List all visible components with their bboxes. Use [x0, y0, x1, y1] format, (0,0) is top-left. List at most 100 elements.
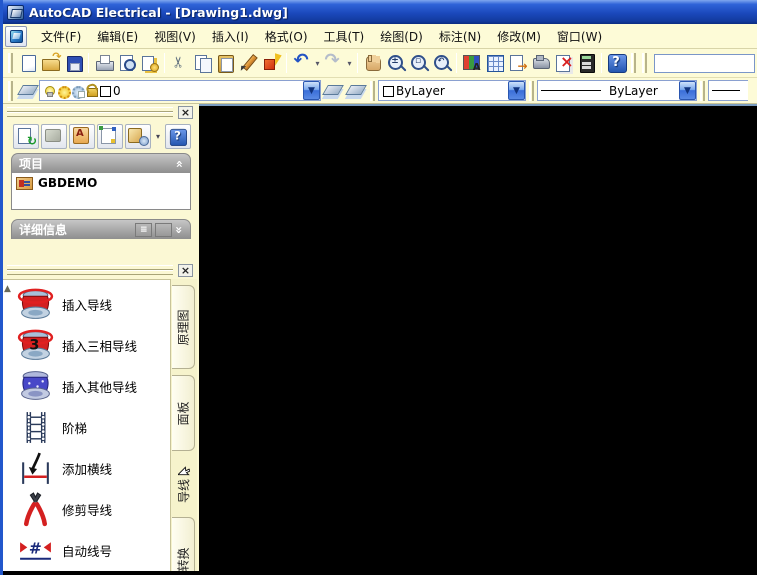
linetype-dropdown-button[interactable] — [679, 81, 696, 100]
redo-dropdown[interactable] — [345, 52, 354, 75]
tab-wires[interactable]: 导线 — [172, 457, 195, 511]
toolbar-grip[interactable] — [370, 80, 375, 101]
details-list-view-button[interactable]: ≡ — [135, 222, 153, 237]
cut-button[interactable] — [168, 52, 191, 75]
linetype-combobox[interactable]: ByLayer — [537, 80, 697, 101]
toolbar-grip[interactable] — [8, 80, 13, 101]
project-refresh-button[interactable] — [13, 124, 39, 149]
tool-trim-wire[interactable]: 修剪导线 — [5, 489, 170, 530]
tool-insert-wire[interactable]: 插入导线 — [5, 284, 170, 325]
plot-preview-button[interactable] — [115, 52, 138, 75]
tool-auto-wire-number[interactable]: # 自动线号 — [5, 530, 170, 571]
layer-thaw-icon[interactable] — [57, 84, 71, 99]
match-properties-button[interactable] — [237, 52, 260, 75]
copy-button[interactable] — [191, 52, 214, 75]
layer-combobox[interactable]: 0 — [39, 80, 321, 101]
color-value: ByLayer — [396, 83, 445, 98]
lineweight-combobox[interactable] — [708, 80, 748, 101]
toolbar-grip[interactable] — [8, 53, 13, 73]
tool-label: 自动线号 — [62, 544, 113, 559]
menu-draw[interactable]: 绘图(D) — [372, 25, 431, 48]
project-new-drawing-button[interactable] — [97, 124, 123, 149]
layer-unlock-icon[interactable] — [85, 84, 98, 98]
project-plot-dropdown[interactable] — [153, 124, 163, 149]
project-plot-button[interactable] — [125, 124, 151, 149]
new-button[interactable] — [16, 52, 39, 75]
project-help-button[interactable] — [165, 124, 191, 149]
color-combobox[interactable]: ByLayer — [378, 80, 526, 101]
toolbar-grip[interactable] — [700, 80, 705, 101]
undo-button[interactable] — [290, 50, 313, 75]
redo-button[interactable] — [322, 50, 345, 75]
toolbar-grip[interactable] — [642, 53, 647, 73]
bottom-edge — [3, 571, 757, 575]
collapse-chevron-icon[interactable]: » — [172, 160, 186, 168]
publish-button[interactable] — [138, 52, 161, 75]
zoom-window-button[interactable] — [407, 52, 430, 75]
symbol-builder-button[interactable] — [460, 52, 483, 75]
layer-previous-button[interactable] — [344, 79, 367, 102]
project-list-item[interactable]: GBDEMO — [16, 176, 186, 190]
tab-convert[interactable]: 转换 — [172, 517, 195, 575]
scroll-up-icon[interactable]: ▲ — [4, 284, 11, 294]
icon-menu-icon — [485, 53, 505, 73]
menu-view[interactable]: 视图(V) — [146, 25, 204, 48]
project-palette-grabbar[interactable] — [5, 106, 195, 119]
expand-chevron-icon[interactable]: » — [172, 226, 186, 234]
icon-menu-button[interactable] — [483, 52, 506, 75]
quick-properties-button[interactable] — [260, 52, 283, 75]
save-button[interactable] — [62, 52, 85, 75]
toolbar-grip[interactable] — [631, 53, 636, 73]
tab-panel[interactable]: 面板 — [172, 375, 195, 451]
toolbar-text-field[interactable] — [654, 53, 755, 73]
layers-toolbar: 0 ByLayer ByLayer — [3, 78, 757, 104]
layer-on-icon[interactable] — [43, 84, 56, 98]
tab-schematic[interactable]: 原理图 — [172, 285, 195, 369]
erase-drawing-button[interactable] — [552, 52, 575, 75]
layer-freeze-vp-icon[interactable] — [71, 84, 85, 99]
layer-dropdown-button[interactable] — [303, 81, 320, 100]
tool-palette-close-button[interactable] — [178, 264, 193, 277]
tool-ladder[interactable]: 阶梯 — [5, 407, 170, 448]
tool-add-rung[interactable]: 添加横线 — [5, 448, 170, 489]
help-button[interactable] — [605, 52, 628, 75]
menu-format[interactable]: 格式(O) — [257, 25, 316, 48]
toolbar-grip[interactable] — [529, 80, 534, 101]
menu-insert[interactable]: 插入(I) — [204, 25, 257, 48]
plot-button[interactable] — [92, 52, 115, 75]
scissors-icon — [170, 53, 190, 73]
project-palette-close-button[interactable] — [178, 106, 193, 119]
color-dropdown-button[interactable] — [508, 81, 525, 100]
tool-palette: ▲ 插入导线 — [3, 262, 199, 575]
menu-modify[interactable]: 修改(M) — [489, 25, 549, 48]
menu-window[interactable]: 窗口(W) — [549, 25, 610, 48]
details-blank-button[interactable] — [155, 222, 173, 237]
open-button[interactable] — [39, 50, 62, 75]
drawing-canvas[interactable] — [199, 104, 757, 575]
quickcalc-button[interactable] — [575, 52, 598, 75]
details-section-header[interactable]: 详细信息 ≡ » — [11, 219, 191, 239]
zoom-realtime-button[interactable] — [384, 52, 407, 75]
machine-tool-button[interactable] — [529, 52, 552, 75]
project-section-header[interactable]: 项目 » — [11, 153, 191, 173]
layer-properties-button[interactable] — [16, 79, 39, 102]
zoom-previous-button[interactable] — [430, 52, 453, 75]
menu-edit[interactable]: 编辑(E) — [89, 25, 146, 48]
undo-dropdown[interactable] — [313, 52, 322, 75]
tool-insert-other-wire[interactable]: 插入其他导线 — [5, 366, 170, 407]
export-sheet-button[interactable] — [506, 52, 529, 75]
layer-states-button[interactable] — [321, 79, 344, 102]
pan-button[interactable] — [361, 52, 384, 75]
title-bar[interactable]: AutoCAD Electrical - [Drawing1.dwg] — [3, 0, 757, 24]
tool-insert-three-phase-wire[interactable]: 3 插入三相导线 — [5, 325, 170, 366]
menu-tools[interactable]: 工具(T) — [316, 25, 373, 48]
document-menu-button[interactable] — [5, 25, 27, 47]
menu-file[interactable]: 文件(F) — [33, 25, 89, 48]
menu-dimension[interactable]: 标注(N) — [431, 25, 489, 48]
layer-color-swatch[interactable] — [99, 84, 112, 98]
app-icon — [7, 4, 24, 20]
paste-button[interactable] — [214, 52, 237, 75]
project-find-button[interactable] — [69, 124, 95, 149]
tool-palette-grabbar[interactable] — [5, 264, 195, 277]
project-wizard-button[interactable] — [41, 124, 67, 149]
